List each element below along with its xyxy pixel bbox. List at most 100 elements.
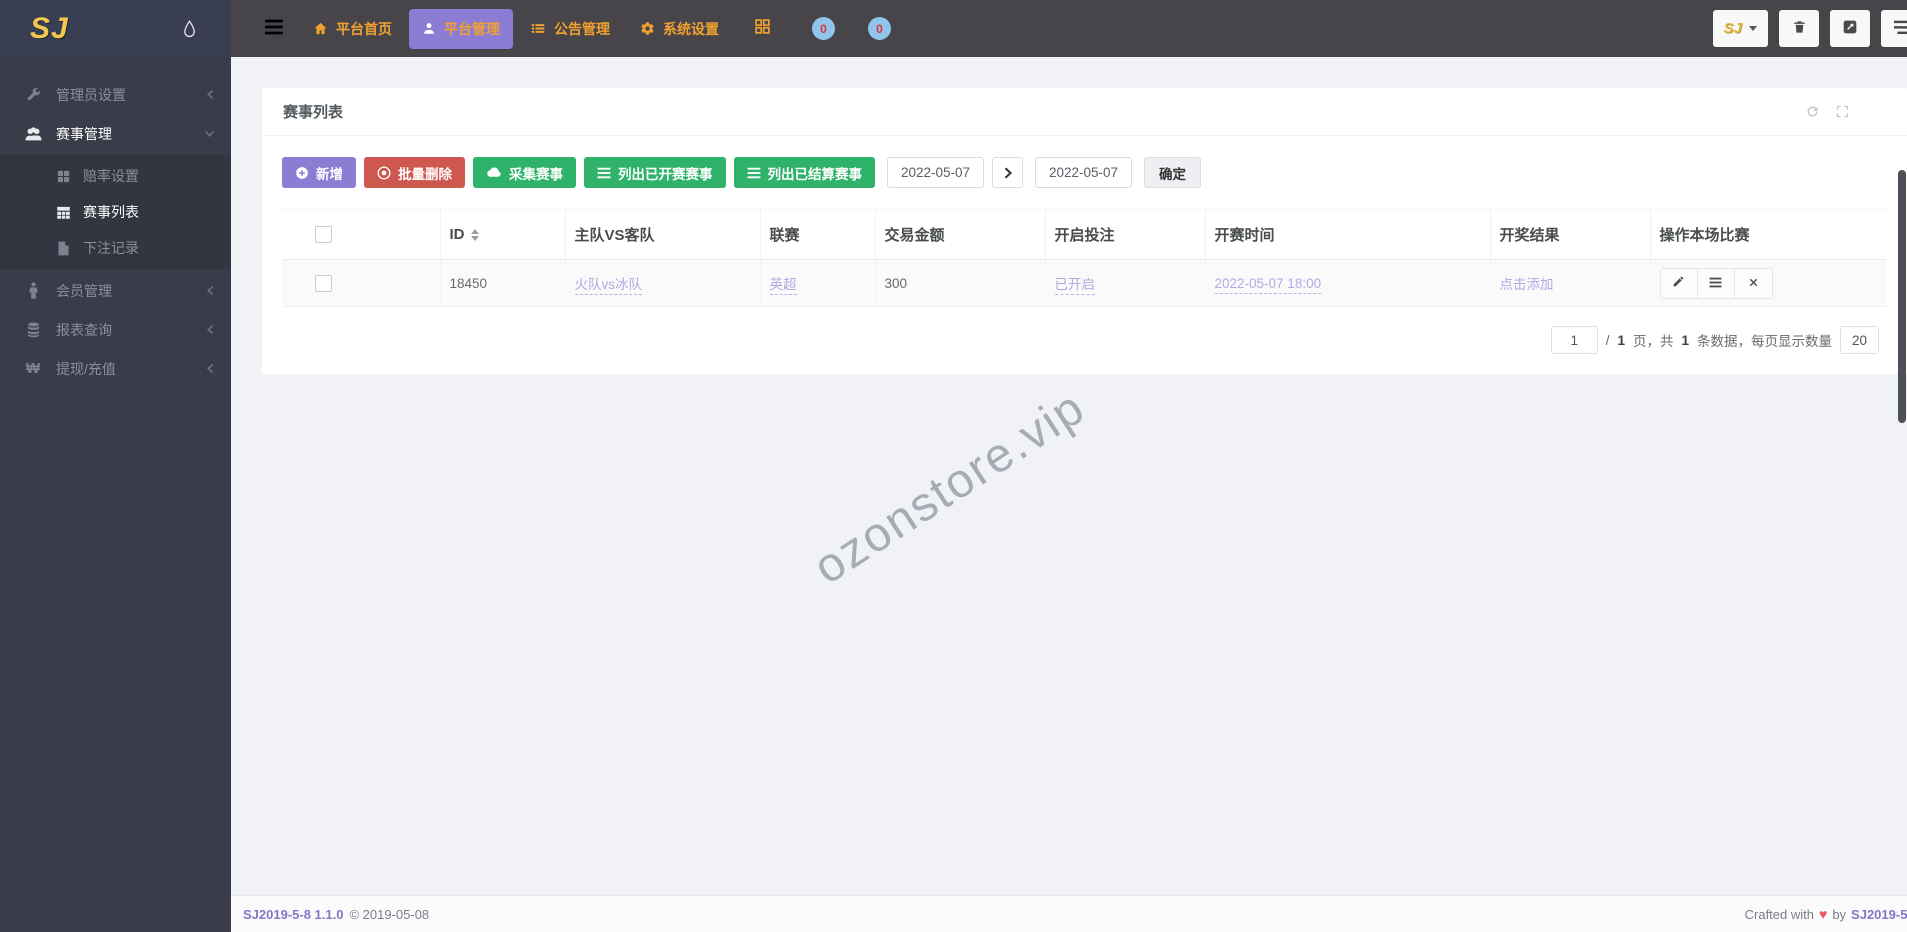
pen-icon	[1672, 275, 1685, 291]
user-icon	[422, 21, 436, 36]
row-checkbox[interactable]	[315, 275, 332, 292]
header-start-time: 开赛时间	[1205, 210, 1490, 260]
header-checkbox-cell	[282, 210, 440, 260]
sidebar-item-report-query[interactable]: 报表查询	[0, 310, 231, 349]
sidebar-item-match-list[interactable]: 赛事列表	[0, 194, 231, 230]
teams-link[interactable]: 火队vs冰队	[575, 277, 643, 295]
list-open-matches-button[interactable]: 列出已开赛赛事	[584, 157, 726, 188]
date-to-input[interactable]	[1035, 157, 1132, 188]
header-id[interactable]: ID	[440, 210, 565, 260]
user-menu-logo: SJ	[1724, 20, 1742, 37]
add-button[interactable]: 新增	[282, 157, 356, 188]
sidebar-item-odds-settings[interactable]: 赔率设置	[0, 158, 231, 194]
user-menu-button[interactable]: SJ	[1713, 10, 1768, 47]
cell-amount: 300	[875, 260, 1045, 307]
cell-result: 点击添加	[1490, 260, 1650, 307]
detail-row-button[interactable]	[1698, 269, 1735, 298]
notification-badge-1[interactable]: 0	[812, 17, 835, 40]
bet-status-link[interactable]: 已开启	[1055, 277, 1096, 295]
panel-tools	[1805, 104, 1850, 119]
refresh-icon[interactable]	[1805, 104, 1820, 119]
main-menu: 平台首页 平台管理 公告管理 系统设置 0 0	[300, 9, 891, 49]
edit-row-button[interactable]	[1661, 269, 1698, 298]
sidebar-item-label: 赛事管理	[56, 124, 204, 144]
sidebar-item-bet-records[interactable]: 下注记录	[0, 230, 231, 266]
confirm-button[interactable]: 确定	[1144, 157, 1201, 188]
notification-badge-2[interactable]: 0	[868, 17, 891, 40]
page-size-input[interactable]	[1840, 326, 1879, 354]
sidebar-item-match-manage[interactable]: 赛事管理	[0, 114, 231, 153]
grid-icon	[754, 18, 771, 40]
edit-button[interactable]	[1830, 10, 1870, 47]
sidebar-item-admin-settings[interactable]: 管理员设置	[0, 75, 231, 114]
trash-icon	[1792, 19, 1807, 38]
sidebar-item-label: 赔率设置	[83, 166, 215, 186]
list-settled-matches-button[interactable]: 列出已结算赛事	[734, 157, 876, 188]
nav-item-platform-home[interactable]: 平台首页	[300, 9, 405, 49]
nav-item-system-settings[interactable]: 系统设置	[627, 9, 732, 49]
match-list-panel: 赛事列表 新增 批量删除	[262, 88, 1907, 374]
close-icon	[1748, 276, 1759, 291]
list-icon	[747, 167, 761, 179]
trash-button[interactable]	[1779, 10, 1819, 47]
header-bet-status: 开启投注	[1045, 210, 1205, 260]
cell-bet-status: 已开启	[1045, 260, 1205, 307]
sidebar-toggle-button[interactable]	[260, 14, 288, 43]
chevron-left-icon	[206, 89, 215, 100]
nav-item-label: 公告管理	[554, 19, 610, 39]
table-row: 18450 火队vs冰队 英超 300 已开启 2022-05-07 18:00…	[282, 260, 1887, 307]
fullscreen-icon[interactable]	[1835, 104, 1850, 119]
file-icon	[53, 241, 73, 256]
nav-item-platform-manage[interactable]: 平台管理	[409, 9, 513, 49]
total-records: 1	[1681, 333, 1689, 348]
batch-delete-button[interactable]: 批量删除	[364, 157, 465, 188]
database-icon	[23, 322, 43, 338]
scrollbar-thumb[interactable]	[1898, 170, 1906, 423]
start-time-link[interactable]: 2022-05-07 18:00	[1215, 276, 1322, 294]
result-add-link[interactable]: 点击添加	[1500, 277, 1554, 292]
cell-teams: 火队vs冰队	[565, 260, 760, 307]
users-icon	[23, 126, 43, 142]
chevron-left-icon	[206, 363, 215, 374]
next-date-button[interactable]	[992, 157, 1023, 188]
navbar-right-tools: SJ	[1713, 10, 1907, 47]
delete-row-button[interactable]	[1735, 269, 1772, 298]
cell-league: 英超	[760, 260, 875, 307]
sidebar: 管理员设置 赛事管理 赔率设置 赛事列表 下注记录 会员管理	[0, 57, 231, 932]
select-all-checkbox[interactable]	[315, 226, 332, 243]
brand-logo: SJ	[30, 12, 69, 46]
sidebar-item-label: 下注记录	[83, 238, 215, 258]
page-number-input[interactable]	[1551, 326, 1598, 354]
brand-area[interactable]: SJ	[0, 0, 231, 57]
collect-matches-button[interactable]: 采集赛事	[473, 157, 576, 188]
sidebar-item-member-manage[interactable]: 会员管理	[0, 271, 231, 310]
footer-brand-link[interactable]: SJ2019-5-8 1.1.0	[243, 907, 343, 922]
nav-item-label: 系统设置	[663, 19, 719, 39]
footer-credits: Crafted with ♥ by SJ2019-5-8	[1745, 906, 1907, 922]
header-league: 联赛	[760, 210, 875, 260]
footer-crafted-text: Crafted with	[1745, 907, 1814, 922]
cloud-icon	[486, 166, 502, 179]
footer-author-link[interactable]: SJ2019-5-8	[1851, 907, 1907, 922]
sidebar-item-withdraw-recharge[interactable]: ₩ 提现/充值	[0, 349, 231, 388]
pagination-label-records: 条数据，每页显示数量	[1697, 330, 1832, 350]
watermark: ozonstore.vip	[804, 380, 1095, 596]
nav-item-announcement-manage[interactable]: 公告管理	[517, 9, 623, 49]
log-list-button[interactable]	[1881, 10, 1907, 47]
panel-body: 新增 批量删除 采集赛事 列出已开赛赛事	[262, 136, 1907, 374]
droplet-icon[interactable]	[182, 19, 197, 39]
date-from-input[interactable]	[887, 157, 984, 188]
header-result: 开奖结果	[1490, 210, 1650, 260]
wrench-icon	[23, 87, 43, 103]
pagination-label-page: 页，共	[1633, 330, 1674, 350]
header-teams: 主队VS客队	[565, 210, 760, 260]
league-link[interactable]: 英超	[770, 277, 797, 295]
sort-icon[interactable]	[471, 229, 479, 241]
total-pages: 1	[1617, 333, 1625, 348]
cell-start-time: 2022-05-07 18:00	[1205, 260, 1490, 307]
menu-lines-icon	[1893, 20, 1907, 38]
hamburger-icon	[264, 18, 284, 39]
header-actions: 操作本场比赛	[1650, 210, 1887, 260]
modules-grid-button[interactable]	[746, 10, 779, 48]
chevron-down-icon	[204, 129, 215, 138]
